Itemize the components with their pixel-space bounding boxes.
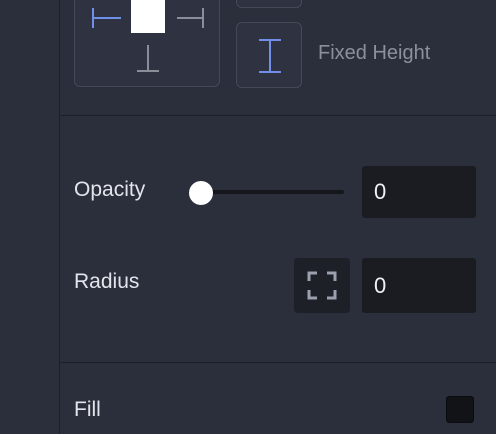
- opacity-slider-track[interactable]: [200, 190, 344, 194]
- left-strip: [0, 0, 60, 434]
- fixed-height-button[interactable]: [236, 22, 302, 88]
- independent-corners-button[interactable]: [294, 258, 350, 313]
- opacity-label: Opacity: [74, 178, 146, 201]
- opacity-slider-thumb[interactable]: [189, 181, 213, 205]
- section-divider: [61, 362, 496, 363]
- constraint-widget[interactable]: [74, 0, 220, 87]
- constraint-bottom-icon: [137, 45, 159, 72]
- fixed-height-label: Fixed Height: [318, 42, 431, 64]
- fill-label: Fill: [74, 398, 101, 421]
- fixed-width-button[interactable]: [236, 0, 302, 8]
- fill-color-swatch[interactable]: [446, 396, 474, 423]
- constraint-element-box: [131, 0, 165, 33]
- fixed-height-icon: [259, 39, 281, 73]
- constraint-left-active-icon: [92, 8, 121, 28]
- constraint-right-icon: [177, 8, 204, 28]
- constraint-diagram-icon: [92, 0, 204, 72]
- radius-label: Radius: [74, 270, 140, 293]
- corners-icon: [307, 271, 337, 300]
- radius-input[interactable]: 0: [362, 258, 476, 313]
- section-divider: [61, 115, 496, 116]
- opacity-input[interactable]: 0: [362, 166, 476, 218]
